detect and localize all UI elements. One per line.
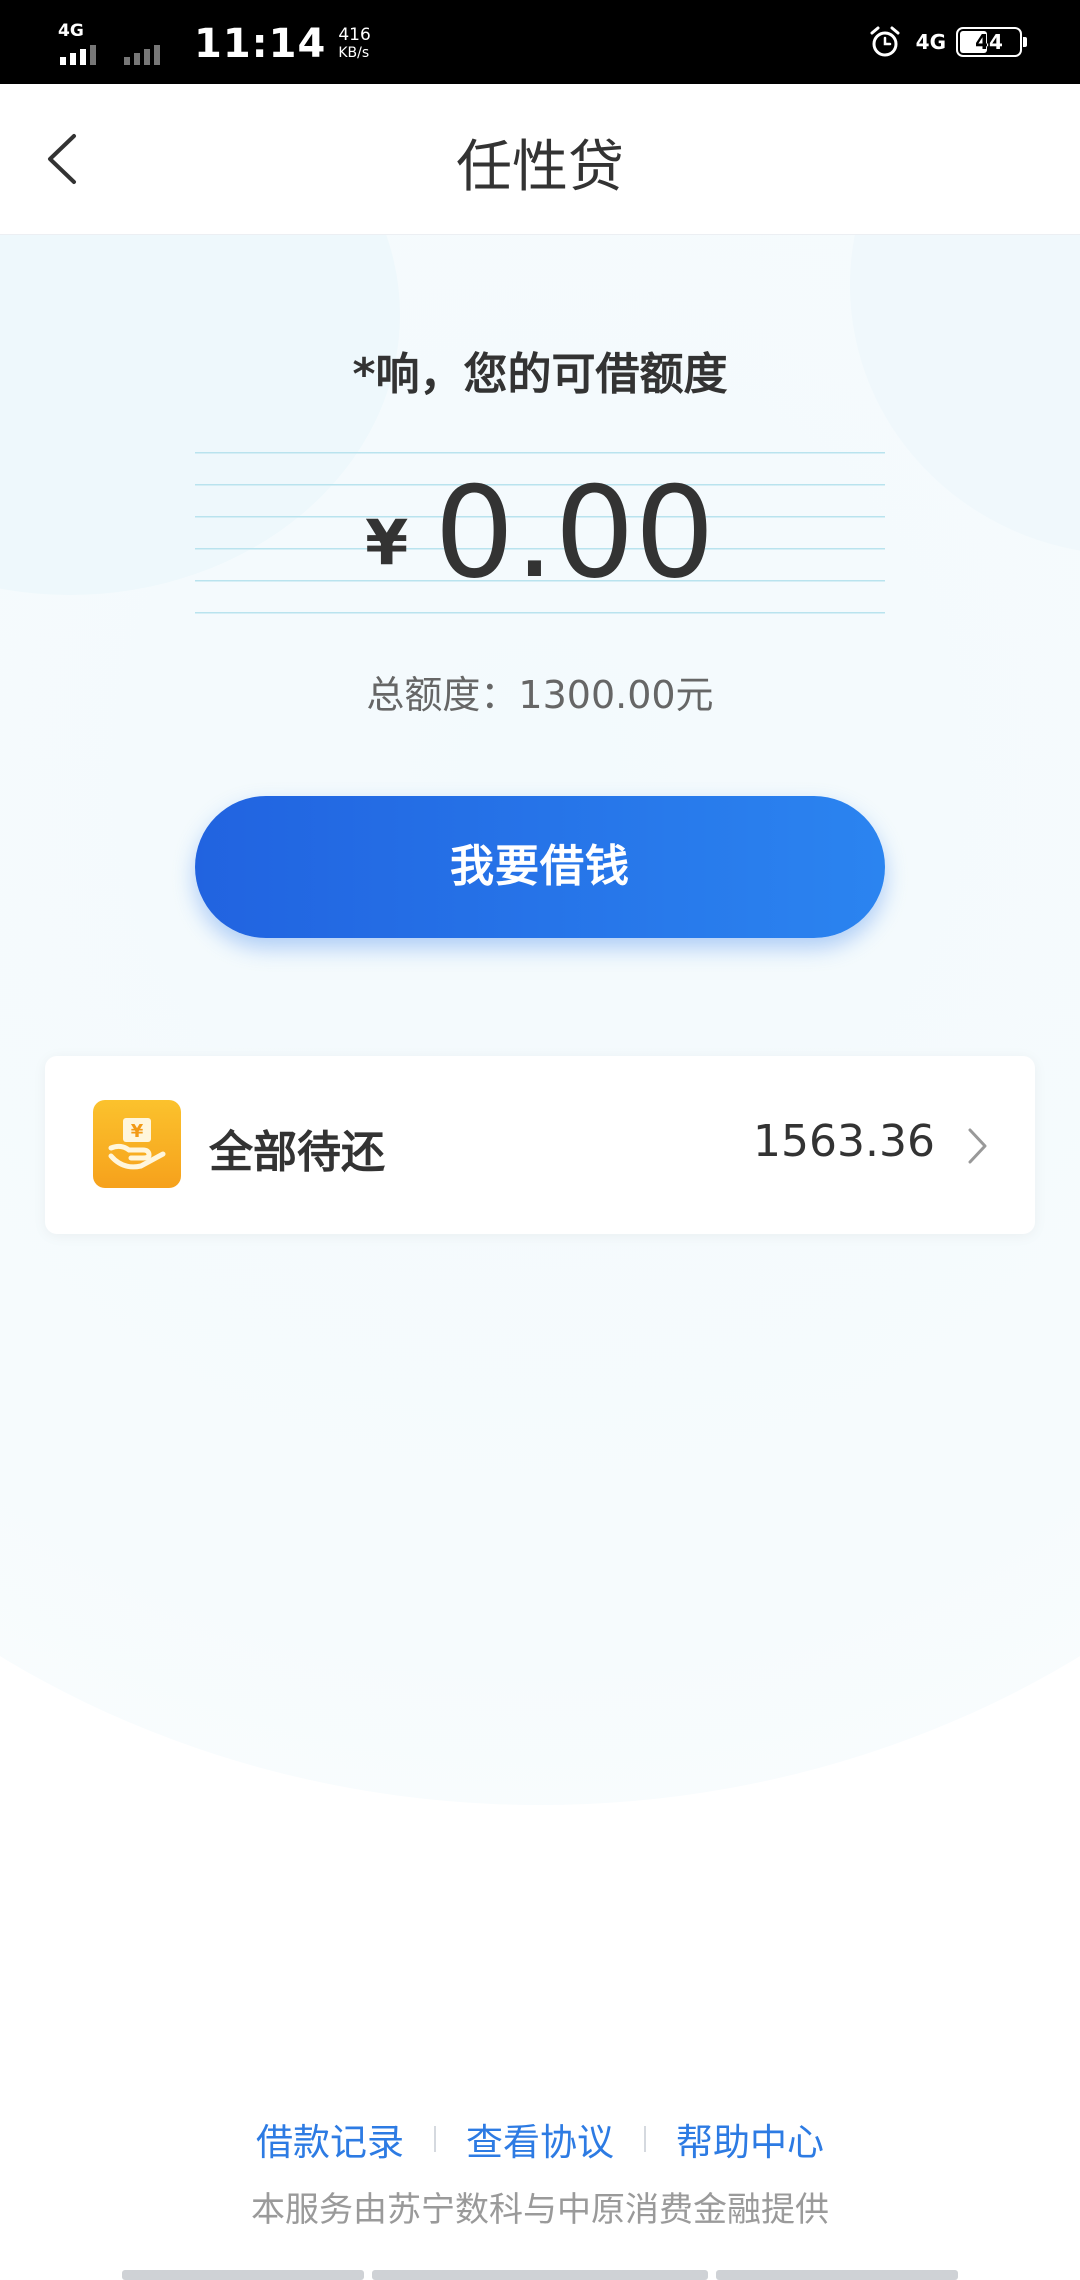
nav-bar-segment-left xyxy=(122,2270,364,2280)
screen: 4G 11:14 416 KB/s 4G 44 任性贷 *响，您的可借额度 ¥ … xyxy=(0,0,1080,2280)
network-speed-unit: KB/s xyxy=(338,45,370,61)
help-center-link[interactable]: 帮助中心 xyxy=(676,2112,824,2166)
signal-icon-sim2 xyxy=(122,19,170,69)
view-agreement-link[interactable]: 查看协议 xyxy=(466,2112,614,2166)
network-speed: 416 KB/s xyxy=(338,26,370,62)
nav-header: 任性贷 xyxy=(0,84,1080,235)
available-amount-box: ¥0.00 xyxy=(195,452,885,614)
status-right: 4G 44 xyxy=(868,20,1027,64)
pending-repayment-amount: 1563.36 xyxy=(753,1116,935,1167)
chevron-right-icon xyxy=(968,1128,987,1164)
battery-icon: 44 xyxy=(956,27,1027,57)
footer-divider xyxy=(644,2126,646,2152)
nav-bar-segment-middle xyxy=(372,2270,708,2280)
available-amount: ¥0.00 xyxy=(195,470,885,596)
svg-text:¥: ¥ xyxy=(131,1121,144,1142)
pending-repayment-label: 全部待还 xyxy=(209,1127,385,1178)
repayment-wallet-icon: ¥ xyxy=(93,1100,181,1188)
page-title: 任性贷 xyxy=(456,135,624,200)
available-amount-value: 0.00 xyxy=(434,459,715,606)
network-type-label: 4G xyxy=(58,21,84,41)
footer-divider xyxy=(434,2126,436,2152)
loan-records-link[interactable]: 借款记录 xyxy=(256,2112,404,2166)
pending-repayment-card[interactable]: ¥ 全部待还 1563.36 xyxy=(45,1056,1035,1234)
greeting-text: *响，您的可借额度 xyxy=(352,349,728,400)
status-time: 11:14 xyxy=(194,21,327,67)
borrow-money-button[interactable]: 我要借钱 xyxy=(195,796,885,938)
network-speed-value: 416 xyxy=(338,25,371,45)
nav-bar-segment-right xyxy=(716,2270,958,2280)
battery-level: 44 xyxy=(975,30,1003,54)
service-disclaimer: 本服务由苏宁数科与中原消费金融提供 xyxy=(251,2190,829,2230)
currency-symbol: ¥ xyxy=(365,506,409,579)
status-left: 4G 11:14 416 KB/s xyxy=(58,14,371,74)
footer-links: 借款记录 查看协议 帮助中心 xyxy=(0,2112,1080,2166)
mobile-data-label: 4G xyxy=(915,30,946,54)
total-limit-text: 总额度：1300.00元 xyxy=(366,673,714,717)
signal-icon-sim1: 4G xyxy=(58,19,106,69)
status-bar: 4G 11:14 416 KB/s 4G 44 xyxy=(0,0,1080,84)
alarm-clock-icon xyxy=(870,26,900,57)
